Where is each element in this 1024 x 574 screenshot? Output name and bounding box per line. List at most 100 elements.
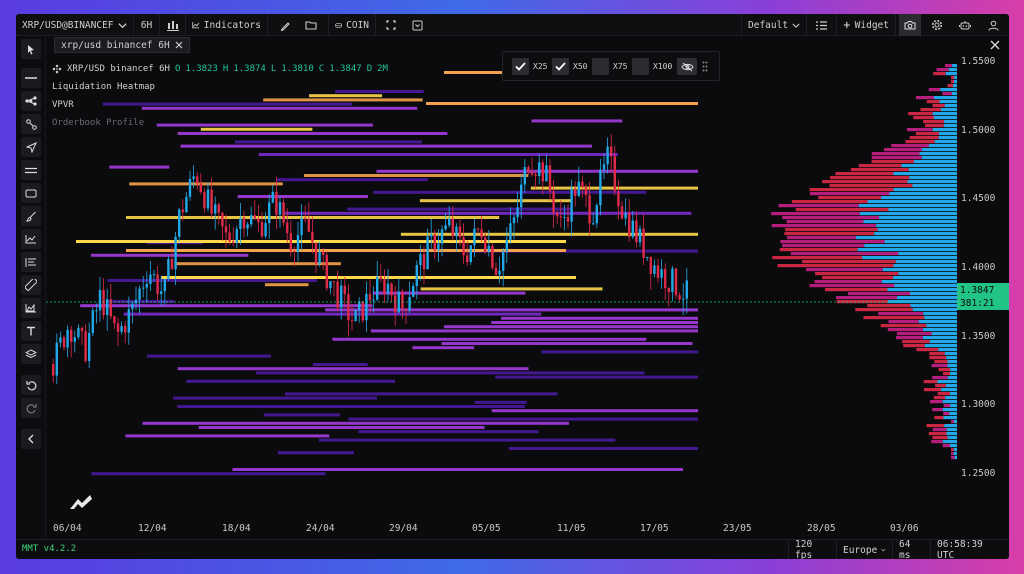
region-selector[interactable]: Europe <box>836 540 892 559</box>
download-button[interactable] <box>406 14 428 36</box>
heatmap-band <box>263 413 340 417</box>
heatmap-band <box>541 350 698 354</box>
close-icon[interactable] <box>175 41 183 49</box>
volume-profile-bar-sell <box>867 304 911 308</box>
forecast-tool[interactable] <box>21 298 41 318</box>
settings-button[interactable] <box>926 14 948 36</box>
candle-body <box>584 187 588 196</box>
volume-profile-bar-sell <box>932 408 943 412</box>
candle-body <box>487 245 490 252</box>
path-tool[interactable] <box>21 114 41 134</box>
rectangle-tool[interactable] <box>21 183 41 203</box>
list-button[interactable] <box>810 14 832 36</box>
candle-body <box>494 267 498 275</box>
account-button[interactable] <box>982 14 1004 36</box>
candle-body <box>163 279 166 292</box>
bot-button[interactable] <box>954 14 976 36</box>
brush-icon <box>25 211 36 222</box>
top-toolbar: XRP/USD@BINANCEF 6H Indicators COIN Defa… <box>16 14 1009 36</box>
candle-body <box>556 212 559 217</box>
indicator-orderbook-profile[interactable]: Orderbook Profile <box>52 114 388 132</box>
fullscreen-button[interactable] <box>380 14 402 36</box>
network-tool[interactable] <box>21 91 41 111</box>
candle-body <box>610 146 613 157</box>
indicator-vpvr[interactable]: VPVR <box>52 96 388 114</box>
brush-tool[interactable] <box>21 206 41 226</box>
candle-body <box>422 254 426 270</box>
coin-button[interactable]: COIN <box>328 14 376 36</box>
volume-profile-bar-sell <box>785 228 878 232</box>
volume-profile-bar-buy <box>933 116 957 120</box>
drag-handle-icon[interactable] <box>702 61 708 72</box>
candle-body <box>426 236 429 270</box>
volume-profile-bar-buy <box>913 160 957 164</box>
volume-profile-bar-sell <box>822 180 908 184</box>
volume-profile-bar-sell <box>935 384 946 388</box>
volume-profile-bar-sell <box>863 316 925 320</box>
close-panel-icon[interactable] <box>989 39 1001 51</box>
volume-profile-bar-sell <box>771 224 877 228</box>
candle-body <box>116 323 120 332</box>
candle-body <box>430 233 433 237</box>
cursor-tool[interactable] <box>21 39 41 59</box>
x25-label: X25 <box>533 62 548 71</box>
fib-tool[interactable] <box>21 252 41 272</box>
time-tick-label: 24/04 <box>306 523 335 534</box>
measure-tool[interactable] <box>21 275 41 295</box>
chart-type-button[interactable] <box>160 14 186 36</box>
trend-tool[interactable] <box>21 229 41 249</box>
x75-checkbox[interactable] <box>592 58 609 75</box>
volume-profile-bar-buy <box>947 360 957 364</box>
line-chart-icon <box>25 235 36 244</box>
hide-overlay-button[interactable] <box>677 58 697 75</box>
candle-body <box>581 181 584 188</box>
undo-button[interactable] <box>21 375 41 395</box>
candle-body <box>451 218 454 237</box>
candle-body <box>91 310 94 334</box>
candle-body <box>235 229 238 243</box>
x25-checkbox[interactable] <box>512 58 529 75</box>
volume-profile-bar-buy <box>932 112 957 116</box>
chevron-down-icon <box>792 23 800 28</box>
candle-body <box>534 174 537 176</box>
volume-profile-bar-buy <box>944 104 957 108</box>
horizontal-line-tool[interactable] <box>21 68 41 88</box>
chart-tab[interactable]: xrp/usd binancef 6H <box>54 37 190 53</box>
draw-button[interactable] <box>274 14 296 36</box>
candle-body <box>523 167 526 185</box>
volume-profile-bar-sell <box>951 448 954 452</box>
volume-profile-bar-sell <box>937 392 950 396</box>
volume-profile-bar-sell <box>884 148 923 152</box>
x100-checkbox[interactable] <box>632 58 649 75</box>
interval-selector[interactable]: 6H <box>134 14 160 36</box>
x50-checkbox[interactable] <box>552 58 569 75</box>
volume-profile <box>771 64 957 460</box>
volume-profile-bar-buy <box>945 384 957 388</box>
volume-profile-bar-sell <box>780 240 885 244</box>
volume-profile-bar-sell <box>858 164 902 168</box>
candle-body <box>264 223 267 237</box>
symbol-selector[interactable]: XRP/USD@BINANCEF <box>16 14 134 36</box>
collapse-toolbar-button[interactable] <box>21 429 41 449</box>
add-widget-button[interactable]: Widget <box>836 14 896 36</box>
x75-label: X75 <box>613 62 628 71</box>
price-axis[interactable]: 1.5500 1.5000 1.4500 1.4000 1.3500 1.3000 1.25… <box>957 54 1009 516</box>
send-tool[interactable] <box>21 137 41 157</box>
screenshot-button[interactable] <box>899 14 921 36</box>
layers-tool[interactable] <box>21 344 41 364</box>
candle-body <box>649 256 652 274</box>
indicators-button[interactable]: Indicators <box>186 14 268 36</box>
heatmap-band <box>277 451 354 455</box>
redo-button[interactable] <box>21 398 41 418</box>
volume-profile-bar-sell <box>871 152 920 156</box>
candle-body <box>638 228 642 243</box>
ohlc-high: 1.3874 <box>233 64 266 74</box>
volume-profile-bar-buy <box>859 212 957 216</box>
volume-profile-bar-buy <box>944 424 957 428</box>
layout-selector[interactable]: Default <box>741 14 807 36</box>
text-tool[interactable] <box>21 321 41 341</box>
candle-body <box>70 329 73 342</box>
indicator-liquidation-heatmap[interactable]: Liquidation Heatmap <box>52 78 388 96</box>
parallel-lines-tool[interactable] <box>21 160 41 180</box>
open-folder-button[interactable] <box>300 14 322 36</box>
